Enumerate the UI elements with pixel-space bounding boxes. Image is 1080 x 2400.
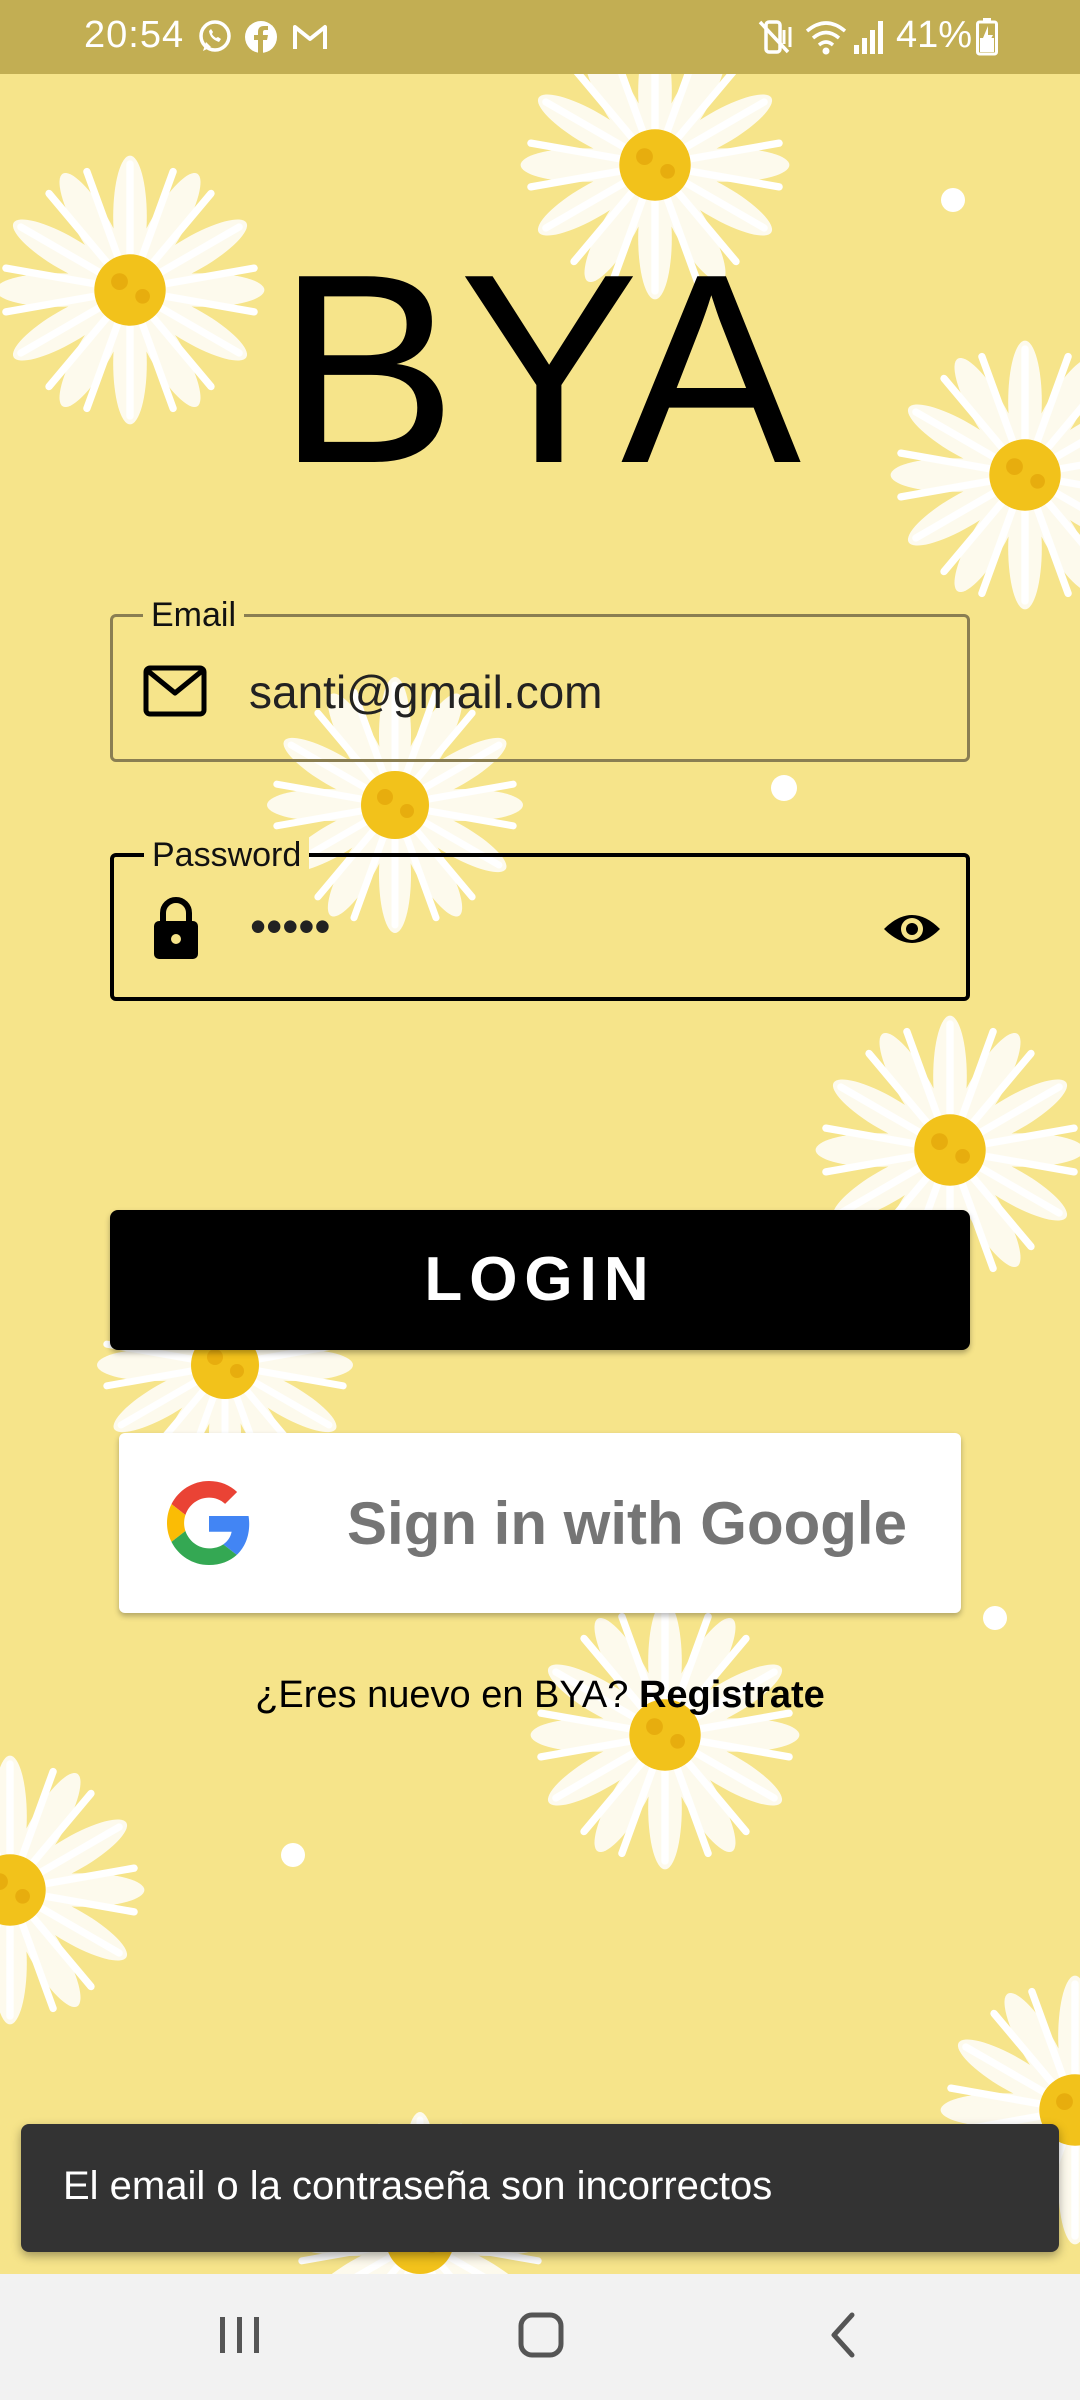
whatsapp-icon bbox=[199, 20, 231, 52]
google-logo-icon bbox=[167, 1481, 250, 1565]
facebook-icon bbox=[245, 21, 277, 53]
signal-icon bbox=[854, 21, 883, 54]
lock-icon bbox=[154, 897, 198, 959]
wifi-icon bbox=[805, 21, 847, 55]
error-snackbar: El email o la contraseña son incorrectos bbox=[21, 2124, 1059, 2252]
recent-apps-icon[interactable] bbox=[214, 2307, 266, 2363]
mail-icon bbox=[143, 665, 207, 717]
eye-icon[interactable] bbox=[882, 909, 942, 949]
back-icon[interactable] bbox=[820, 2307, 868, 2363]
password-input[interactable]: ••••• bbox=[250, 899, 331, 953]
battery-icon bbox=[976, 18, 998, 56]
google-sign-in-label: Sign in with Google bbox=[347, 1490, 907, 1557]
login-button[interactable]: LOGIN bbox=[110, 1210, 970, 1350]
email-input[interactable]: santi@gmail.com bbox=[249, 665, 602, 719]
mute-icon bbox=[758, 20, 792, 54]
snackbar-message: El email o la contraseña son incorrectos bbox=[63, 2164, 773, 2208]
login-screen: 20:54 41% BYA Email santi@gmail.com Pass… bbox=[0, 0, 1080, 2400]
navigation-bar bbox=[0, 2274, 1080, 2400]
status-time: 20:54 bbox=[84, 14, 185, 56]
gmail-icon bbox=[293, 25, 327, 49]
email-label: Email bbox=[143, 595, 245, 635]
password-field[interactable]: Password ••••• bbox=[110, 835, 970, 1001]
google-sign-in-button[interactable]: Sign in with Google bbox=[119, 1433, 961, 1613]
status-bar: 20:54 41% bbox=[0, 0, 1080, 74]
home-icon[interactable] bbox=[512, 2307, 572, 2363]
password-label: Password bbox=[144, 835, 310, 875]
app-title: BYA bbox=[276, 219, 804, 520]
register-link[interactable]: Registrate bbox=[639, 1674, 825, 1716]
battery-percentage: 41% bbox=[896, 14, 973, 56]
register-prompt: ¿Eres nuevo en BYA? Registrate bbox=[0, 1674, 1080, 1717]
email-field[interactable]: Email santi@gmail.com bbox=[110, 595, 970, 762]
register-prompt-text: ¿Eres nuevo en BYA? bbox=[255, 1674, 639, 1716]
